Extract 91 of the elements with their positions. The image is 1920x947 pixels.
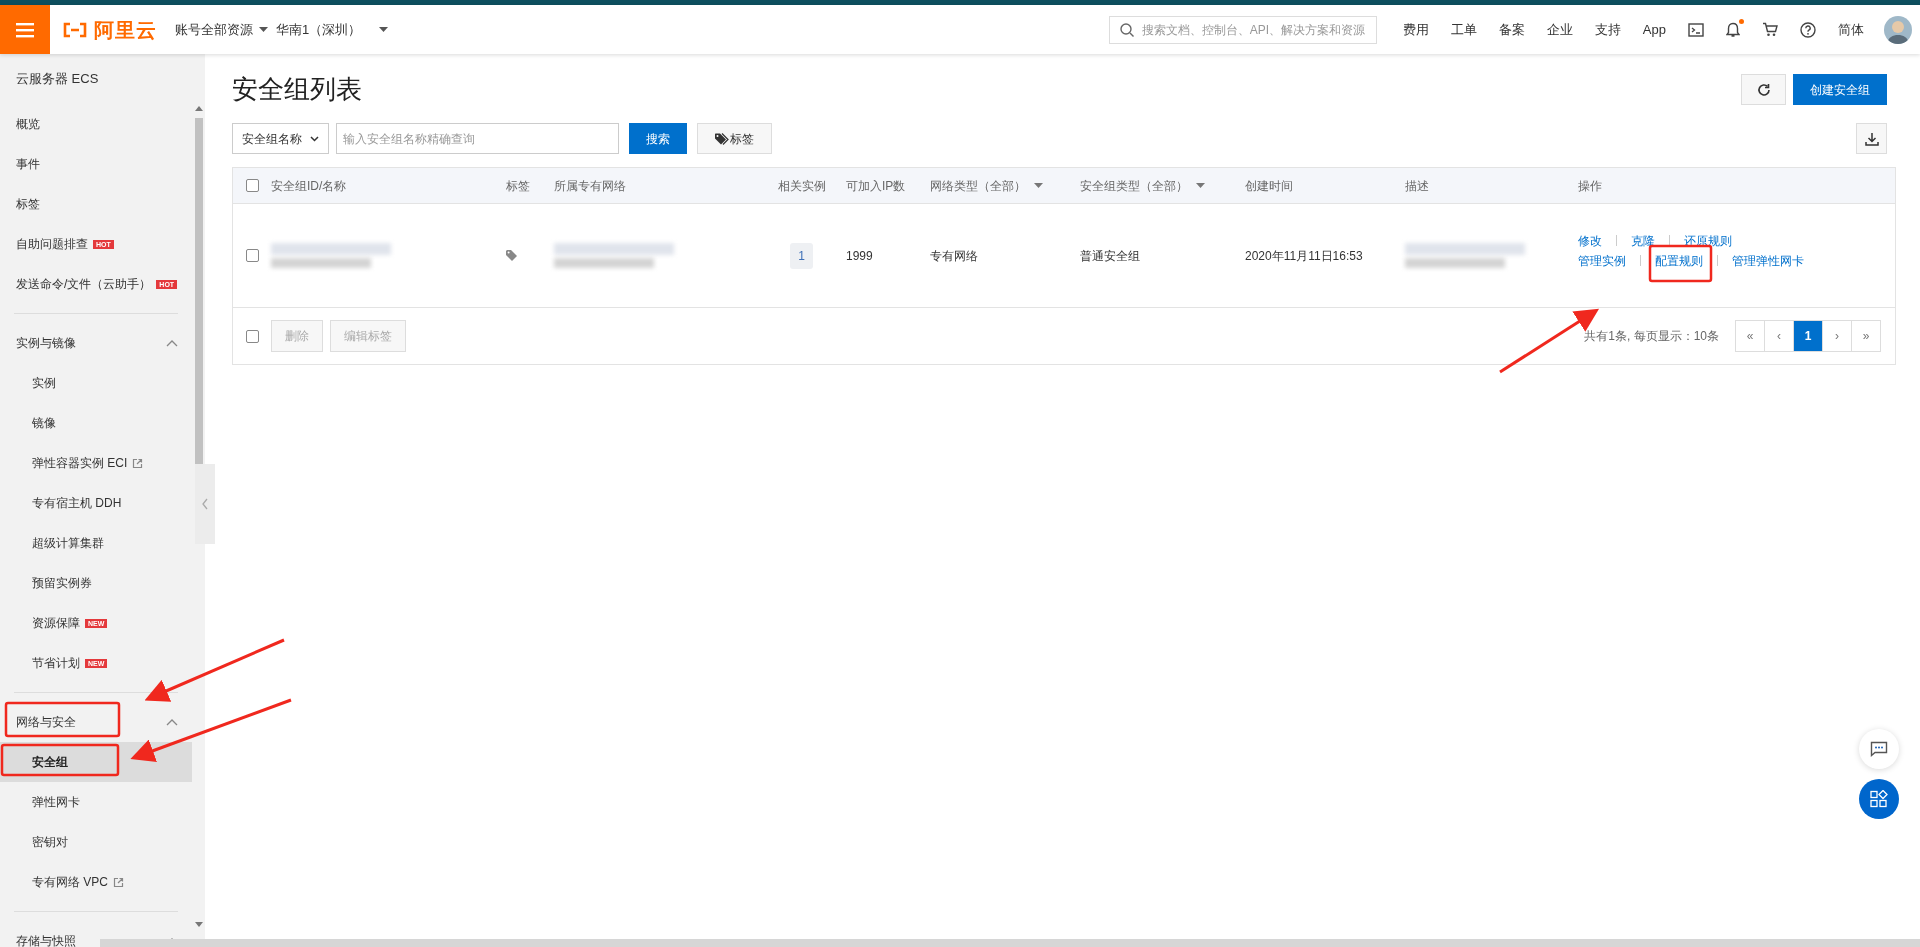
column-header: 创建时间	[1245, 177, 1293, 195]
sidebar-item[interactable]: 预留实例券	[0, 563, 192, 603]
scroll-down-icon	[195, 922, 203, 927]
apps-icon	[1870, 790, 1888, 808]
download-icon	[1864, 131, 1879, 146]
nav-link[interactable]: App	[1642, 19, 1666, 40]
sidebar-item[interactable]: 专有宿主机 DDH	[0, 483, 192, 523]
search-field[interactable]: 搜索文档、控制台、API、解决方案和资源	[1108, 15, 1377, 44]
terminal-icon	[1688, 22, 1704, 37]
avatar[interactable]	[1884, 15, 1912, 44]
caret-icon	[379, 27, 389, 32]
sidebar-section-header[interactable]: 实例与镜像	[0, 323, 192, 363]
table-cell-text: 普通安全组	[1080, 247, 1140, 265]
chat-icon	[1870, 741, 1888, 757]
horizontal-scrollbar[interactable]	[100, 939, 1920, 947]
action-link[interactable]: 克隆	[1631, 231, 1655, 250]
apps-button[interactable]	[1859, 779, 1899, 819]
language-link[interactable]: 简体	[1838, 19, 1864, 40]
table-cell-text: 1999	[846, 247, 873, 265]
filter-dropdown[interactable]: 安全组名称	[232, 123, 329, 154]
nav-link[interactable]: 备案	[1498, 19, 1525, 40]
refresh-icon	[1756, 82, 1771, 97]
logo-icon	[62, 21, 88, 38]
chat-button[interactable]	[1859, 729, 1899, 769]
logo-text: 阿里云	[94, 17, 157, 43]
page-button[interactable]: 1	[1793, 320, 1823, 352]
collapse-sidebar-handle[interactable]	[195, 464, 215, 544]
column-header: 描述	[1405, 177, 1429, 195]
action-link[interactable]: 配置规则	[1655, 251, 1703, 270]
table-cell-text: 2020年11月11日16:53	[1245, 247, 1363, 265]
nav-link[interactable]: 支持	[1594, 19, 1621, 40]
checkbox[interactable]	[245, 249, 259, 262]
create-button[interactable]: 创建安全组	[1793, 74, 1887, 105]
chevron-left-icon	[202, 498, 208, 510]
sidebar-title: 云服务器 ECS	[15, 70, 100, 89]
column-header: 安全组ID/名称	[271, 177, 347, 195]
tag-icon	[715, 132, 729, 145]
column-header: 标签	[506, 177, 530, 195]
nav-link[interactable]: 费用	[1402, 19, 1429, 40]
instance-count[interactable]: 1	[790, 242, 813, 269]
column-header: 可加入IP数	[846, 177, 906, 195]
sidebar-item[interactable]: 弹性容器实例 ECI	[0, 443, 192, 483]
nav-link[interactable]: 工单	[1450, 19, 1477, 40]
download-button[interactable]	[1856, 123, 1887, 154]
menu-button[interactable]	[0, 5, 50, 54]
action-link[interactable]: 管理弹性网卡	[1732, 251, 1804, 270]
search-icon	[1119, 22, 1134, 37]
scope-dropdown[interactable]: 账号全部资源	[175, 19, 268, 40]
sidebar-item[interactable]: 专有网络 VPC	[0, 862, 192, 902]
help-button[interactable]	[1800, 21, 1816, 38]
refresh-button[interactable]	[1741, 74, 1786, 105]
sidebar-item[interactable]: 实例	[0, 363, 192, 403]
sidebar-section-header[interactable]: 网络与安全	[0, 702, 192, 742]
nav-link[interactable]: 企业	[1546, 19, 1573, 40]
sidebar-item[interactable]: 弹性网卡	[0, 782, 192, 822]
sidebar-item[interactable]: 密钥对	[0, 822, 192, 862]
chevron-down-icon	[310, 135, 319, 142]
action-link[interactable]: 管理实例	[1578, 251, 1626, 270]
column-header: 相关实例	[777, 177, 826, 195]
menu-icon	[16, 21, 34, 38]
sidebar-item[interactable]: 标签	[0, 184, 192, 224]
checkbox[interactable]	[245, 179, 259, 192]
search-input[interactable]: 输入安全组名称精确查询	[336, 123, 619, 154]
page-title: 安全组列表	[232, 73, 362, 106]
table-cell-text: 专有网络	[930, 247, 978, 265]
tag-filter-button[interactable]: 标签	[697, 123, 772, 154]
column-filter[interactable]: 网络类型（全部）	[930, 176, 1026, 195]
region-dropdown[interactable]: 华南1（深圳）	[276, 19, 389, 40]
bell-icon	[1726, 21, 1740, 38]
pagination-summary: 共有1条, 每页显示：10条	[1584, 328, 1719, 345]
page-button[interactable]: «	[1735, 320, 1765, 352]
search-button[interactable]: 搜索	[629, 123, 687, 154]
action-link[interactable]: 修改	[1578, 231, 1602, 250]
scroll-up-icon	[195, 106, 203, 111]
cart-icon	[1762, 22, 1778, 37]
tag-icon	[506, 250, 517, 261]
cart-button[interactable]	[1762, 22, 1778, 37]
caret-icon	[259, 27, 268, 32]
page-button[interactable]: ‹	[1764, 320, 1794, 352]
sidebar-item[interactable]: 超级计算集群	[0, 523, 192, 563]
help-icon	[1800, 21, 1816, 38]
sidebar-item[interactable]: 概览	[0, 104, 192, 144]
column-header: 操作	[1578, 177, 1602, 195]
terminal-button[interactable]	[1688, 22, 1704, 37]
sidebar-item[interactable]: 事件	[0, 144, 192, 184]
column-filter[interactable]: 安全组类型（全部）	[1080, 176, 1188, 195]
column-header: 所属专有网络	[554, 177, 626, 195]
page-button[interactable]: ›	[1822, 320, 1852, 352]
sidebar-item[interactable]: 镜像	[0, 403, 192, 443]
page-button[interactable]: »	[1851, 320, 1881, 352]
checkbox[interactable]	[245, 329, 259, 343]
